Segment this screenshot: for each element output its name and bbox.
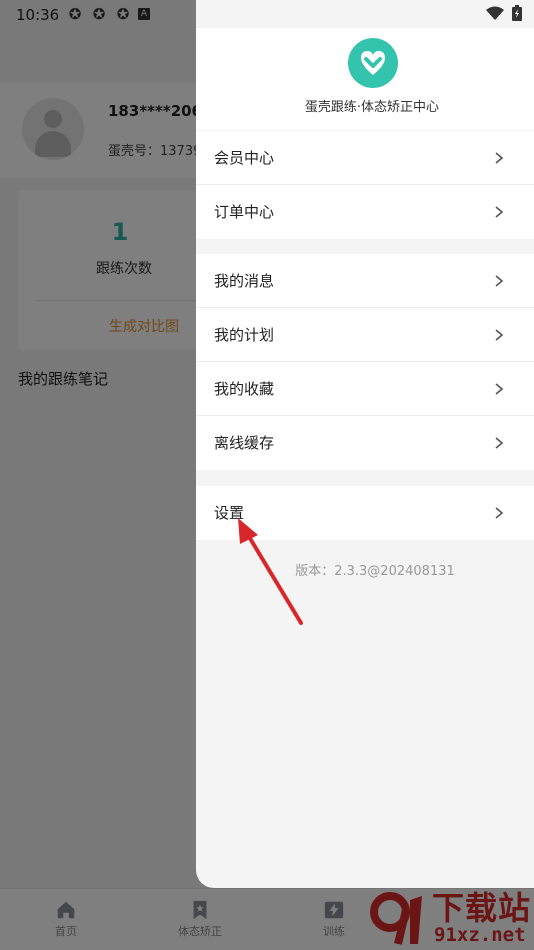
menu-group-settings: 设置 <box>196 486 534 540</box>
menu-item-membership[interactable]: 会员中心 <box>196 131 534 185</box>
brand-name: 蛋壳跟练·体态矫正中心 <box>304 100 440 115</box>
menu-item-label: 订单中心 <box>214 203 275 221</box>
menu-group-account: 会员中心 订单中心 <box>196 131 534 239</box>
menu-item-favorites[interactable]: 我的收藏 <box>196 362 534 416</box>
menu-item-orders[interactable]: 订单中心 <box>196 185 534 239</box>
chevron-right-icon <box>495 507 504 519</box>
app-version: 版本：2.3.3@202408131 <box>295 564 455 579</box>
menu-item-messages[interactable]: 我的消息 <box>196 254 534 308</box>
chevron-right-icon <box>495 206 504 218</box>
chevron-right-icon <box>495 437 504 449</box>
drawer-status-icons <box>486 5 522 21</box>
menu-item-label: 我的消息 <box>214 272 275 290</box>
chevron-right-icon <box>495 383 504 395</box>
menu-group-personal: 我的消息 我的计划 我的收藏 离线缓存 <box>196 254 534 470</box>
menu-item-label: 离线缓存 <box>214 434 275 452</box>
navigation-drawer: 蛋壳跟练·体态矫正中心 会员中心 订单中心 我的消息 我的计划 我的收藏 离线缓… <box>196 0 534 888</box>
menu-item-offline-cache[interactable]: 离线缓存 <box>196 416 534 470</box>
chevron-right-icon <box>495 275 504 287</box>
menu-item-label: 会员中心 <box>214 149 275 167</box>
menu-item-settings[interactable]: 设置 <box>196 486 534 540</box>
menu-item-label: 我的计划 <box>214 326 275 344</box>
wifi-icon <box>486 6 504 20</box>
drawer-header: 蛋壳跟练·体态矫正中心 <box>196 28 534 130</box>
chevron-right-icon <box>495 152 504 164</box>
heart-chevron-logo-icon <box>348 38 398 88</box>
chevron-right-icon <box>495 329 504 341</box>
menu-item-label: 我的收藏 <box>214 380 275 398</box>
battery-icon <box>512 5 522 21</box>
menu-item-label: 设置 <box>214 504 245 522</box>
menu-item-plans[interactable]: 我的计划 <box>196 308 534 362</box>
